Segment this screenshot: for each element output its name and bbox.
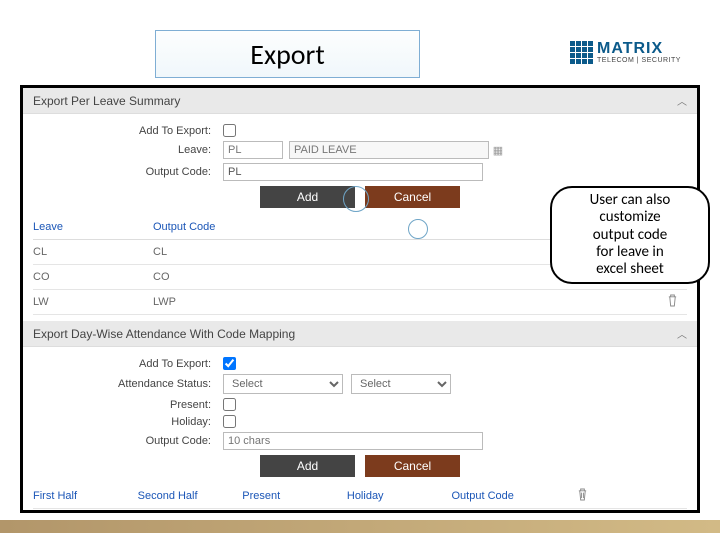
cell-leave: LW xyxy=(33,296,153,308)
logo-tag: TELECOM | SECURITY xyxy=(597,57,681,64)
cell-leave: CO xyxy=(33,271,153,283)
panel-export-daywise: Export Day-Wise Attendance With Code Map… xyxy=(23,321,697,513)
page-title: Export xyxy=(155,30,420,78)
output-code-label-2: Output Code: xyxy=(23,435,223,447)
table-row: PR PR - No PR xyxy=(33,509,687,513)
panel1-title: Export Per Leave Summary xyxy=(33,94,180,108)
logo-name: MATRIX xyxy=(597,41,681,57)
leave-lookup-icon[interactable]: ▦ xyxy=(489,141,507,159)
cell-code: LWP xyxy=(153,296,657,308)
app-frame: Export Per Leave Summary ︿ Add To Export… xyxy=(20,85,700,513)
add-to-export-checkbox[interactable] xyxy=(223,124,236,137)
cancel-button-2[interactable]: Cancel xyxy=(365,455,460,477)
col-first-half: First Half xyxy=(33,490,138,502)
callout-line: customize xyxy=(554,209,706,226)
add-to-export-checkbox-2[interactable] xyxy=(223,357,236,370)
present-label: Present: xyxy=(23,399,223,411)
leave-code-input[interactable] xyxy=(223,141,283,159)
cell-leave: CL xyxy=(33,246,153,258)
attendance-status-label: Attendance Status: xyxy=(23,378,223,390)
brand-logo: MATRIX TELECOM | SECURITY xyxy=(570,33,700,71)
output-code-input[interactable] xyxy=(223,163,483,181)
output-code-input-2[interactable] xyxy=(223,432,483,450)
footer-strip xyxy=(0,520,720,533)
add-button[interactable]: Add xyxy=(260,186,355,208)
collapse-icon[interactable]: ︿ xyxy=(677,93,687,108)
table-row: LW LWP xyxy=(33,290,687,315)
col-holiday: Holiday xyxy=(347,490,452,502)
attendance-status-select-1[interactable]: Select xyxy=(223,374,343,394)
holiday-label: Holiday: xyxy=(23,416,223,428)
callout-line: output code xyxy=(554,227,706,244)
delete-row-icon[interactable] xyxy=(667,296,678,310)
logo-grid-icon xyxy=(570,41,593,64)
callout-bubble: User can also customize output code for … xyxy=(550,186,710,284)
annotation-circle xyxy=(343,186,369,212)
output-code-label: Output Code: xyxy=(23,166,223,178)
panel1-header[interactable]: Export Per Leave Summary ︿ xyxy=(23,88,697,114)
attendance-table: First Half Second Half Present Holiday O… xyxy=(23,484,697,513)
holiday-checkbox[interactable] xyxy=(223,415,236,428)
panel2-header[interactable]: Export Day-Wise Attendance With Code Map… xyxy=(23,321,697,347)
leave-desc-input xyxy=(289,141,489,159)
callout-line: User can also xyxy=(554,192,706,209)
col-present: Present xyxy=(242,490,347,502)
add-to-export-label: Add To Export: xyxy=(23,125,223,137)
logo-text: MATRIX TELECOM | SECURITY xyxy=(597,41,681,64)
col-leave: Leave xyxy=(33,221,153,233)
cancel-button[interactable]: Cancel xyxy=(365,186,460,208)
panel2-title: Export Day-Wise Attendance With Code Map… xyxy=(33,327,295,341)
title-text: Export xyxy=(250,37,324,72)
delete-header-icon-2[interactable] xyxy=(577,490,588,504)
add-button-2[interactable]: Add xyxy=(260,455,355,477)
leave-label: Leave: xyxy=(23,144,223,156)
collapse-icon[interactable]: ︿ xyxy=(677,326,687,341)
attendance-status-select-2[interactable]: Select xyxy=(351,374,451,394)
annotation-circle xyxy=(408,219,428,239)
callout-line: excel sheet xyxy=(554,261,706,278)
callout-line: for leave in xyxy=(554,244,706,261)
col-output-code-2: Output Code xyxy=(452,490,557,502)
add-to-export-label-2: Add To Export: xyxy=(23,358,223,370)
present-checkbox[interactable] xyxy=(223,398,236,411)
col-second-half: Second Half xyxy=(138,490,243,502)
